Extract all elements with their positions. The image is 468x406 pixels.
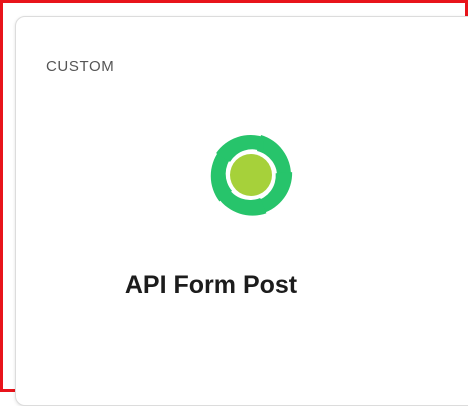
card-title: API Form Post [124, 271, 298, 299]
integration-card-api-form-post[interactable]: CUSTOM API Form Post [15, 16, 468, 406]
card-category-label: CUSTOM [46, 58, 115, 75]
swirl-logo-icon [196, 120, 306, 230]
highlight-frame: CUSTOM API Form Post [0, 0, 468, 406]
